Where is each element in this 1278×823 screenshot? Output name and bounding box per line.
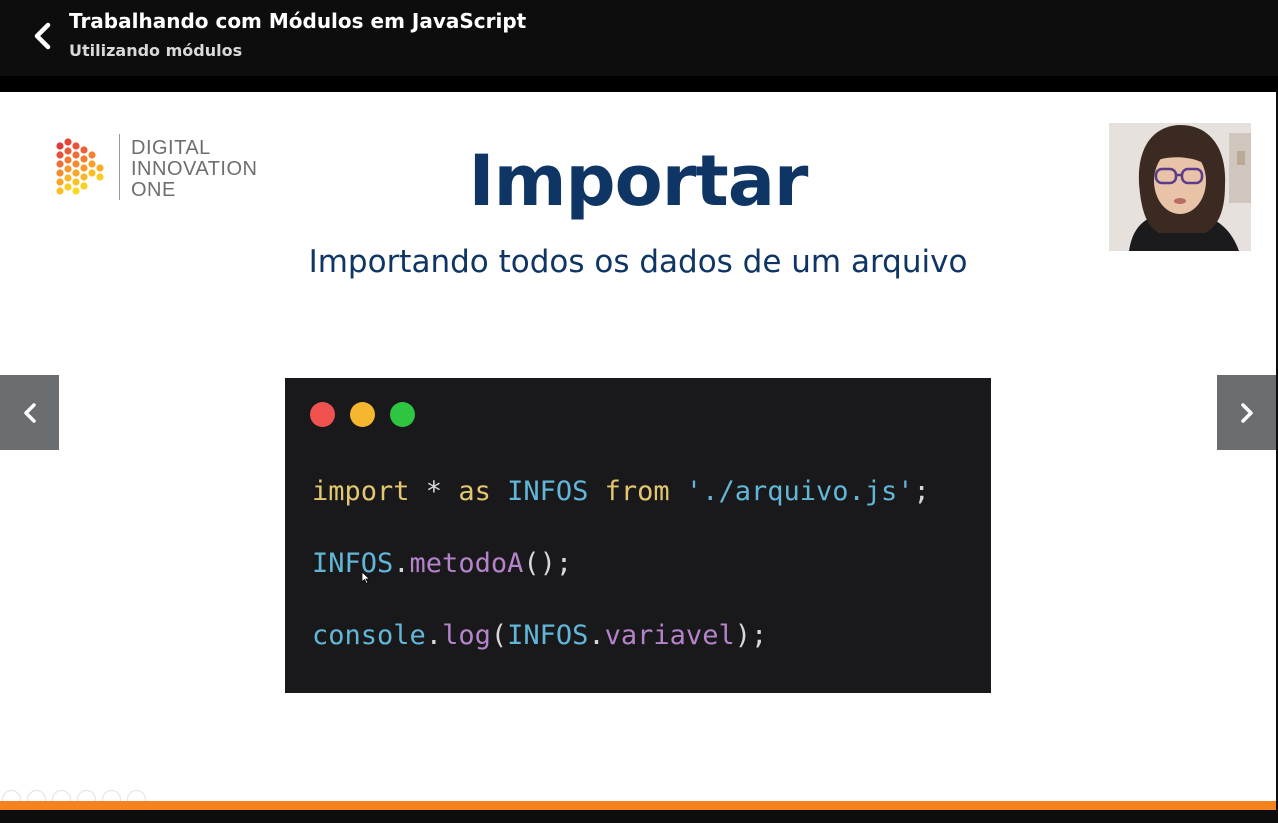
mouse-cursor-icon [362,572,370,584]
video-slide[interactable]: DIGITAL INNOVATION ONE Importar Importan… [0,92,1276,801]
code-punctuation: ; [913,476,930,507]
code-string: './arquivo.js' [669,476,914,507]
code-keyword: as [458,476,491,507]
code-line-3: console.log(INFOS.variavel); [312,620,767,651]
window-minimize-dot [350,402,375,427]
code-identifier: INFOS [507,620,589,651]
code-operator: * [409,476,459,507]
back-button[interactable] [24,16,60,56]
next-slide-button[interactable] [1217,375,1276,450]
code-method: log [442,620,491,651]
code-punctuation: (); [523,548,573,579]
code-window: import * as INFOS from './arquivo.js'; I… [285,378,991,693]
bottom-bar [0,810,1278,823]
code-keyword: import [312,476,410,507]
code-punctuation: ); [734,620,768,651]
presenter-image [1109,123,1251,251]
video-letterbox [0,76,1278,92]
code-line-1: import * as INFOS from './arquivo.js'; [312,476,930,507]
code-punctuation: . [588,620,605,651]
slide-subtitle: Importando todos os dados de um arquivo [308,244,968,280]
code-property: variavel [604,620,735,651]
lesson-title: Utilizando módulos [69,41,243,60]
course-title: Trabalhando com Módulos em JavaScript [69,9,527,33]
code-keyword: from [604,476,670,507]
video-progress-bar[interactable] [0,801,1276,810]
code-identifier: INFOS [312,548,394,579]
code-identifier: console [312,620,426,651]
code-identifier: INFOS [490,476,605,507]
code-punctuation: . [425,620,443,651]
window-maximize-dot [390,402,415,427]
chevron-left-icon [34,22,51,50]
code-punctuation: . [393,548,410,579]
code-method: metodoA [409,548,524,579]
window-close-dot [310,402,335,427]
presenter-webcam [1109,123,1251,251]
previous-slide-button[interactable] [0,375,59,450]
code-punctuation: ( [490,620,508,651]
chevron-left-icon [23,402,36,423]
slide-title: Importar [468,140,809,222]
top-bar: Trabalhando com Módulos em JavaScript Ut… [0,0,1278,76]
code-line-2: INFOS.metodoA(); [312,548,572,579]
chevron-right-icon [1240,402,1253,423]
